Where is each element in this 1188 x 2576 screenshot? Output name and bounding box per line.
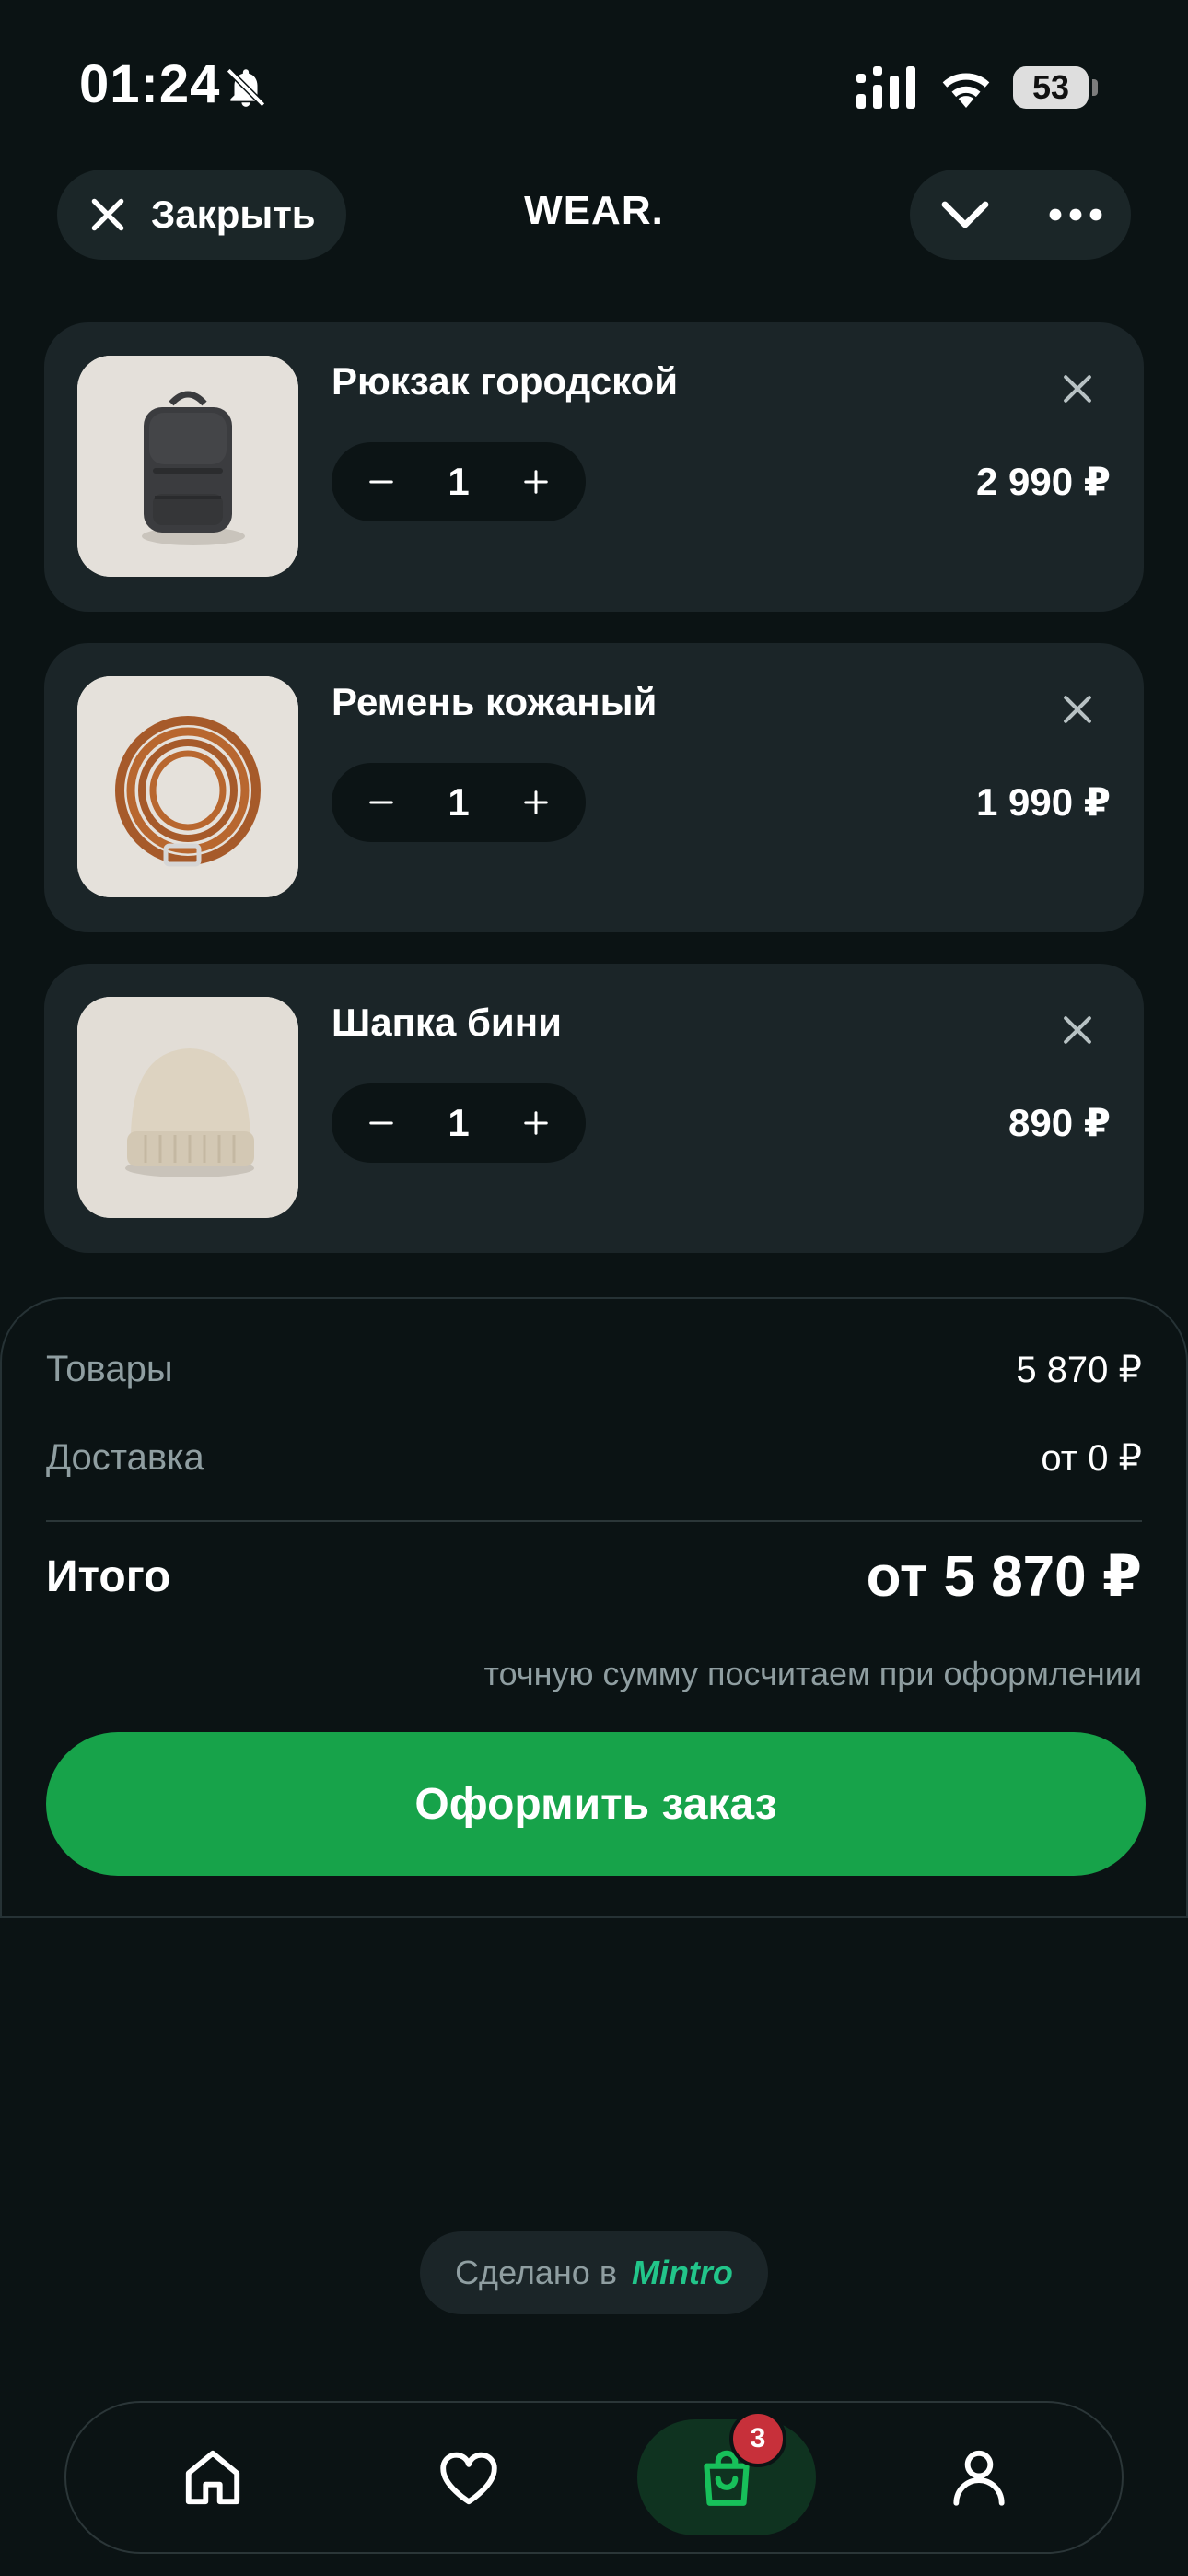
chevron-down-icon[interactable] — [938, 192, 993, 238]
goods-label: Товары — [46, 1349, 173, 1389]
bottom-nav: 3 — [64, 2401, 1124, 2554]
remove-item-icon[interactable] — [1057, 1010, 1098, 1050]
heart-icon — [440, 2452, 497, 2505]
battery-indicator: 53 — [1013, 66, 1089, 109]
item-name: Шапка бини — [332, 1001, 562, 1044]
more-icon[interactable] — [1046, 195, 1105, 234]
item-price: 1 990 ₽ — [976, 780, 1111, 824]
item-name: Ремень кожаный — [332, 680, 658, 723]
minus-icon — [369, 1121, 393, 1125]
plus-icon — [524, 1111, 548, 1135]
signal-icon — [856, 66, 915, 109]
nav-cart[interactable] — [637, 2419, 816, 2535]
quantity-stepper: 1 — [332, 763, 586, 842]
header-actions — [910, 170, 1131, 260]
remove-item-icon[interactable] — [1057, 369, 1098, 409]
made-in-badge[interactable]: Сделано в Mintro — [420, 2231, 768, 2314]
decrease-button[interactable] — [344, 442, 418, 521]
nav-home[interactable] — [155, 2419, 271, 2535]
home-icon — [185, 2450, 240, 2505]
quantity-stepper: 1 — [332, 1083, 586, 1163]
minus-icon — [369, 801, 393, 804]
delivery-label: Доставка — [46, 1437, 204, 1478]
increase-button[interactable] — [499, 442, 573, 521]
profile-icon — [953, 2450, 1005, 2506]
plus-icon — [524, 790, 548, 814]
cart-item: Шапка бини 1 890 ₽ — [44, 964, 1144, 1253]
wifi-icon — [942, 73, 990, 108]
nav-profile[interactable] — [921, 2419, 1037, 2535]
decrease-button[interactable] — [344, 763, 418, 842]
total-value: от 5 870 ₽ — [866, 1545, 1142, 1609]
item-price: 890 ₽ — [1008, 1101, 1111, 1144]
cart-count-badge: 3 — [729, 2410, 786, 2467]
cart-item: Ремень кожаный 1 1 990 ₽ — [44, 643, 1144, 932]
remove-item-icon[interactable] — [1057, 689, 1098, 730]
item-name: Рюкзак городской — [332, 359, 679, 403]
increase-button[interactable] — [499, 1083, 573, 1163]
status-bar: 01:24 53 — [0, 0, 1188, 157]
brand-logo: Mintro — [631, 2254, 733, 2291]
product-image-belt[interactable] — [77, 676, 298, 897]
made-in-text: Сделано в — [455, 2254, 617, 2291]
total-label: Итого — [46, 1552, 171, 1601]
minus-icon — [369, 480, 393, 484]
cart-item: Рюкзак городской 1 2 990 ₽ — [44, 322, 1144, 612]
plus-icon — [524, 470, 548, 494]
item-price: 2 990 ₽ — [976, 460, 1111, 503]
goods-value: 5 870 ₽ — [1016, 1350, 1142, 1390]
order-summary: Товары 5 870 ₽ Доставка от 0 ₽ Итого от … — [0, 1297, 1188, 1918]
product-image-beanie[interactable] — [77, 997, 298, 1218]
delivery-value: от 0 ₽ — [1041, 1438, 1142, 1479]
divider — [46, 1520, 1142, 1522]
battery-tip — [1092, 79, 1098, 96]
decrease-button[interactable] — [344, 1083, 418, 1163]
increase-button[interactable] — [499, 763, 573, 842]
nav-favorites[interactable] — [411, 2419, 527, 2535]
checkout-button[interactable]: Оформить заказ — [46, 1732, 1146, 1876]
product-image-backpack[interactable] — [77, 356, 298, 577]
status-time: 01:24 — [79, 54, 221, 114]
bell-off-icon — [226, 67, 266, 108]
quantity-stepper: 1 — [332, 442, 586, 521]
total-note: точную сумму посчитаем при оформлении — [483, 1655, 1143, 1692]
